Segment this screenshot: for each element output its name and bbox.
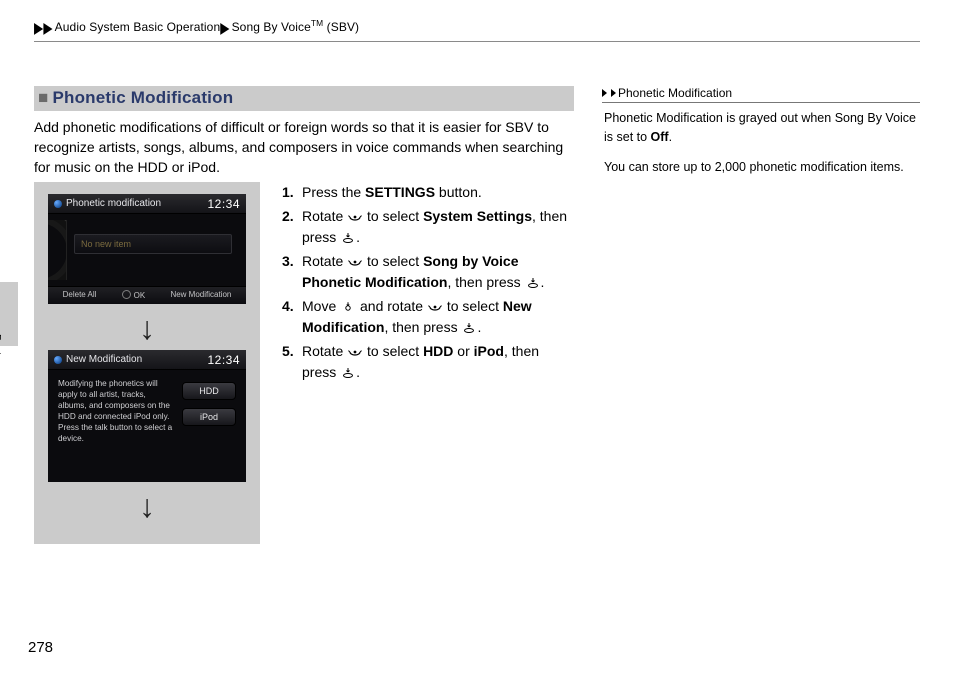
status-dot-icon [54,356,62,364]
device-screen-1: Phonetic modification 12:34 No new item … [48,194,246,304]
margin-tab-label: Features [0,334,2,376]
screen1-clock: 12:34 [207,197,240,211]
step-strong: iPod [474,343,504,359]
screen2-body-text: Modifying the phonetics will apply to al… [58,378,174,470]
screen1-title: Phonetic modification [66,198,161,209]
square-bullet-icon: ■ [38,88,48,107]
step-strong: System Settings [423,208,532,224]
step-text: . [541,274,545,290]
step-1: 1.Press the SETTINGS button. [282,182,574,203]
step-text: Move [302,298,340,314]
step-text: button. [435,184,482,200]
trademark-symbol: TM [311,18,323,28]
screen1-foot-left: Delete All [63,290,97,299]
rotate-dial-icon [348,256,362,268]
section-intro: Add phonetic modifications of difficult … [34,117,574,178]
step-4: 4.Move and rotate to select New Modifica… [282,296,574,338]
step-text: to select [363,343,423,359]
device-screen-2: New Modification 12:34 Modifying the pho… [48,350,246,482]
step-strong: SETTINGS [365,184,435,200]
step-text: , then press [384,319,461,335]
rotate-dial-icon [348,346,362,358]
rotate-dial-icon [428,301,442,313]
section-title: Phonetic Modification [52,88,233,107]
screen1-foot-ok: OK [122,290,146,300]
sidebar-title: Phonetic Modification [618,86,732,100]
sidebar-note-1: Phonetic Modification is grayed out when… [604,109,918,147]
step-text: . [356,364,360,380]
press-dial-icon [341,232,355,244]
margin-tab: Features [0,282,18,346]
step-text: Press the [302,184,365,200]
steps-list: 1.Press the SETTINGS button. 2.Rotate to… [278,182,574,544]
move-joystick-icon [341,301,355,313]
breadcrumb-arrows-icon: ▶▶ [34,19,53,37]
breadcrumb-seg-2-pre: Song By Voice [232,20,311,34]
step-strong: HDD [423,343,453,359]
screen2-hdd-button: HDD [182,382,236,400]
step-3: 3.Rotate to select Song by Voice Phoneti… [282,251,574,293]
sidebar-text: . [669,130,672,144]
screen2-clock: 12:34 [207,353,240,367]
disc-icon [48,220,67,280]
step-text: Rotate [302,343,347,359]
breadcrumb: ▶▶Audio System Basic Operation▶Song By V… [34,18,920,42]
breadcrumb-seg-1: Audio System Basic Operation [55,20,221,34]
step-text: Rotate [302,208,347,224]
section-heading: ■Phonetic Modification [34,86,574,111]
status-dot-icon [54,200,62,208]
breadcrumb-sep-icon: ▶ [220,19,229,37]
step-text: and rotate [356,298,427,314]
press-dial-icon [341,367,355,379]
down-arrow-icon: ↓ [139,490,155,522]
screen1-list-slot: No new item [74,234,232,254]
sidebar-note-2: You can store up to 2,000 phonetic modif… [604,158,918,177]
sidebar-strong: Off [651,130,669,144]
step-text: to select [363,253,423,269]
chevron-right-icon [611,89,616,97]
screen1-foot-right: New Modification [170,290,231,299]
step-5: 5.Rotate to select HDD or iPod, then pre… [282,341,574,383]
sidebar-heading: Phonetic Modification [602,86,920,103]
page-number: 278 [28,639,53,656]
step-text: Rotate [302,253,347,269]
press-dial-icon [526,277,540,289]
rotate-dial-icon [348,211,362,223]
step-2: 2.Rotate to select System Settings, then… [282,206,574,248]
step-text: . [477,319,481,335]
screenshot-column: Phonetic modification 12:34 No new item … [34,182,260,544]
step-text: to select [363,208,423,224]
step-text: . [356,229,360,245]
step-text: to select [443,298,503,314]
breadcrumb-seg-2-post: (SBV) [323,20,359,34]
step-text: or [453,343,473,359]
chevron-right-icon [602,89,607,97]
screen1-slot-text: No new item [81,239,131,249]
down-arrow-icon: ↓ [139,312,155,344]
screen2-title: New Modification [66,354,142,365]
press-dial-icon [462,322,476,334]
step-text: , then press [447,274,524,290]
screen2-ipod-button: iPod [182,408,236,426]
